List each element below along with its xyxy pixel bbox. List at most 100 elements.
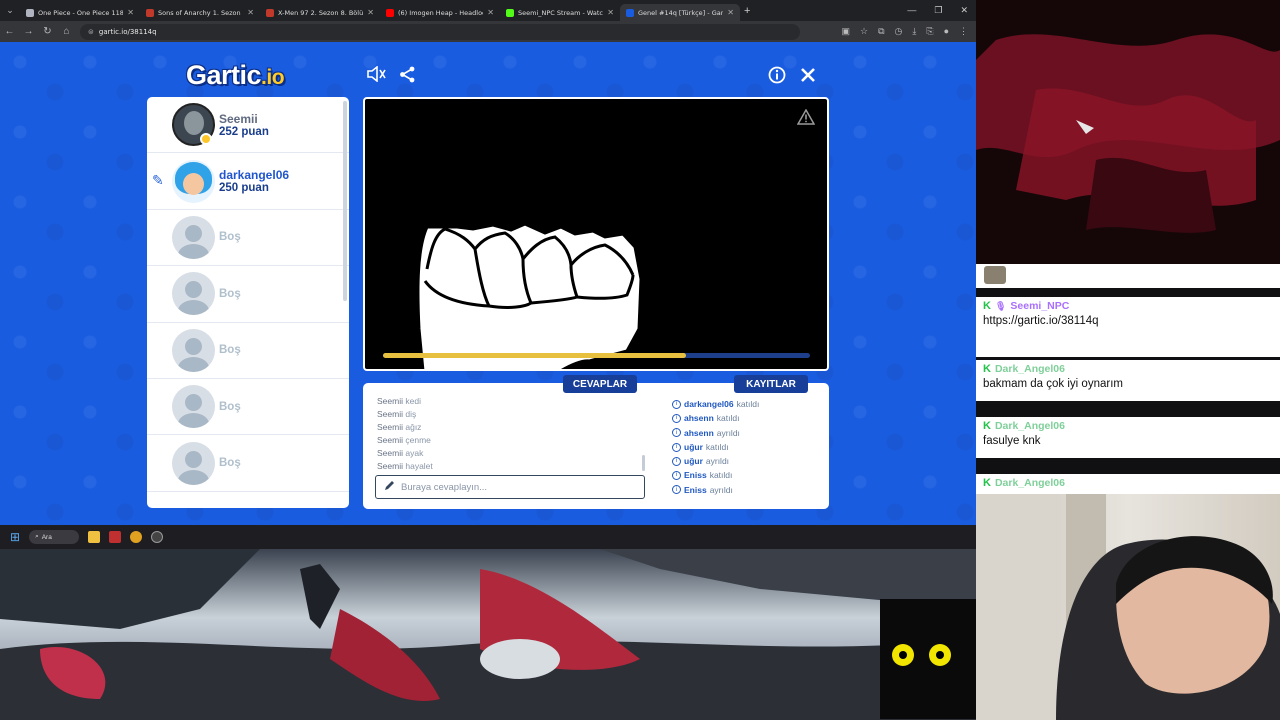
chat-username[interactable]: Seemi_NPC xyxy=(1010,300,1069,312)
player-row[interactable]: ✎ darkangel06 250 puan xyxy=(147,153,349,210)
answer-input-box[interactable] xyxy=(375,475,645,499)
drawing-pencil-icon: ✎ xyxy=(152,172,164,189)
reload-icon[interactable]: ↻ xyxy=(38,26,57,37)
log-line: i uğur katıldı xyxy=(672,440,759,454)
report-warning-icon[interactable] xyxy=(796,108,816,130)
log-action: katıldı xyxy=(709,470,733,481)
forward-arrow-icon[interactable]: → xyxy=(19,26,38,37)
extensions-icon[interactable]: ⧉ xyxy=(878,26,884,37)
app-icon[interactable] xyxy=(109,531,122,543)
tab-title: One Piece - One Piece 1189 - Tü xyxy=(38,8,124,17)
chrome-icon[interactable] xyxy=(130,531,143,543)
back-arrow-icon[interactable]: ← xyxy=(0,26,19,37)
browser-tab[interactable]: Genel #14q [Türkçe] - Gartic.io✕ xyxy=(620,4,740,21)
log-line: i Eniss ayrıldı xyxy=(672,483,759,497)
player-name: Boş xyxy=(219,344,241,357)
guess-line: Seemii çenme xyxy=(377,434,647,447)
player-info: darkangel06 250 puan xyxy=(219,168,289,194)
player-row[interactable]: Boş xyxy=(147,266,349,323)
tab-favicon-icon xyxy=(146,8,154,17)
close-game-icon[interactable] xyxy=(799,66,817,89)
player-avatar xyxy=(172,272,215,316)
info-icon[interactable] xyxy=(768,66,786,89)
log-info-icon: i xyxy=(672,456,681,466)
browser-tab[interactable]: (6) Imogen Heap - Headlock ✕ xyxy=(380,4,500,21)
tab-title: (6) Imogen Heap - Headlock xyxy=(398,8,484,17)
guess-user: Seemii xyxy=(377,435,403,445)
tab-close-icon[interactable]: ✕ xyxy=(727,8,734,17)
log-action: ayrıldı xyxy=(716,427,740,438)
browser-tab[interactable]: One Piece - One Piece 1189 - Tü✕ xyxy=(20,4,140,21)
site-info-icon[interactable]: ⊜ xyxy=(88,28,94,36)
player-row[interactable]: Boş xyxy=(147,435,349,492)
chat-username[interactable]: Dark_Angel06 xyxy=(995,420,1065,432)
broadcaster-mic-icon: 🎙 xyxy=(994,300,1007,311)
tab-favicon-icon xyxy=(506,8,514,17)
drawing-canvas[interactable] xyxy=(363,97,829,371)
home-icon[interactable]: ⌂ xyxy=(57,26,76,37)
player-row[interactable]: Boş xyxy=(147,379,349,436)
taskbar-search[interactable]: ⌕ Ara xyxy=(29,530,80,544)
guess-list-scrollbar[interactable] xyxy=(642,455,645,471)
bookmark-star-icon[interactable]: ☆ xyxy=(860,26,868,37)
share-icon[interactable] xyxy=(399,66,416,88)
tab-favicon-icon xyxy=(386,8,394,17)
log-user: Eniss xyxy=(684,484,707,495)
browser-tab[interactable]: X-Men 97 2. Sezon 8. Bölüm izle✕ xyxy=(260,4,380,21)
log-info-icon: i xyxy=(672,471,681,481)
chat-username[interactable]: Dark_Angel06 xyxy=(995,363,1065,375)
log-action: katıldı xyxy=(736,399,760,409)
minimize-icon[interactable]: — xyxy=(907,5,916,16)
menu-dots-icon[interactable]: ⋮ xyxy=(959,26,968,37)
player-row[interactable]: Seemii 252 puan xyxy=(147,97,349,154)
obs-icon[interactable] xyxy=(151,531,164,543)
webcam-feed xyxy=(976,494,1280,720)
tab-close-icon[interactable]: ✕ xyxy=(127,8,134,17)
guess-word: diş xyxy=(405,409,417,419)
chat-text: https://gartic.io/38114q xyxy=(983,315,1099,327)
tab-close-icon[interactable]: ✕ xyxy=(247,8,254,17)
browser-tab[interactable]: Sons of Anarchy 1. Sezon 1. Bölü ✕ xyxy=(140,4,260,21)
guess-word: ayak xyxy=(405,448,424,458)
log-user: ahsenn xyxy=(684,413,714,424)
guess-word: çenme xyxy=(405,435,431,445)
answer-input[interactable] xyxy=(401,481,621,493)
player-row[interactable]: Boş xyxy=(147,210,349,267)
windows-start-icon[interactable]: ⊞ xyxy=(10,530,20,544)
tab-logs[interactable]: KAYITLAR xyxy=(734,375,808,393)
guess-line: Seemii kedi xyxy=(377,395,647,408)
player-row[interactable]: Boş xyxy=(147,323,349,379)
browser-tab[interactable]: Seemi_NPC Stream - Watch Live✕ xyxy=(500,4,620,21)
player-info: Boş xyxy=(219,401,241,413)
translate-icon[interactable]: ⎘ xyxy=(926,26,933,37)
url-text: gartic.io/38114q xyxy=(98,27,157,36)
guess-line: Seemii hayalet xyxy=(377,460,647,473)
player-list-scrollbar[interactable] xyxy=(343,101,347,301)
kick-badge-icon: K xyxy=(983,420,991,432)
url-field[interactable]: ⊜ gartic.io/38114q xyxy=(80,23,800,40)
download-icon[interactable]: ⤓ xyxy=(912,26,916,37)
window-close-icon[interactable]: ✕ xyxy=(960,5,968,16)
chat-username[interactable]: Dark_Angel06 xyxy=(995,477,1065,489)
sound-icon[interactable] xyxy=(366,65,386,87)
gartic-logo: Gartic.io xyxy=(186,60,285,90)
tab-close-icon[interactable]: ✕ xyxy=(367,8,374,17)
tab-answers[interactable]: CEVAPLAR xyxy=(563,375,637,393)
player-name: Boş xyxy=(219,400,241,413)
file-explorer-icon[interactable] xyxy=(88,531,101,543)
maximize-icon[interactable]: ❐ xyxy=(934,5,942,16)
chat-text: fasulye knk xyxy=(983,435,1041,447)
player-name: Boş xyxy=(219,457,241,470)
tab-search-chevron-icon[interactable]: ⌄ xyxy=(0,0,20,21)
profile-icon[interactable]: ● xyxy=(944,26,949,37)
player-info: Seemii 252 puan xyxy=(219,112,269,138)
player-score: 250 puan xyxy=(219,182,269,195)
tab-close-icon[interactable]: ✕ xyxy=(487,8,494,17)
history-icon[interactable]: ◷ xyxy=(895,26,903,37)
new-tab-button[interactable]: + xyxy=(744,5,750,17)
guess-line: Seemii ağız xyxy=(377,421,647,434)
guess-user: Seemii xyxy=(377,422,403,432)
player-info: Boş xyxy=(219,288,241,300)
tab-close-icon[interactable]: ✕ xyxy=(607,8,614,17)
cast-icon[interactable]: ▣ xyxy=(841,26,850,37)
